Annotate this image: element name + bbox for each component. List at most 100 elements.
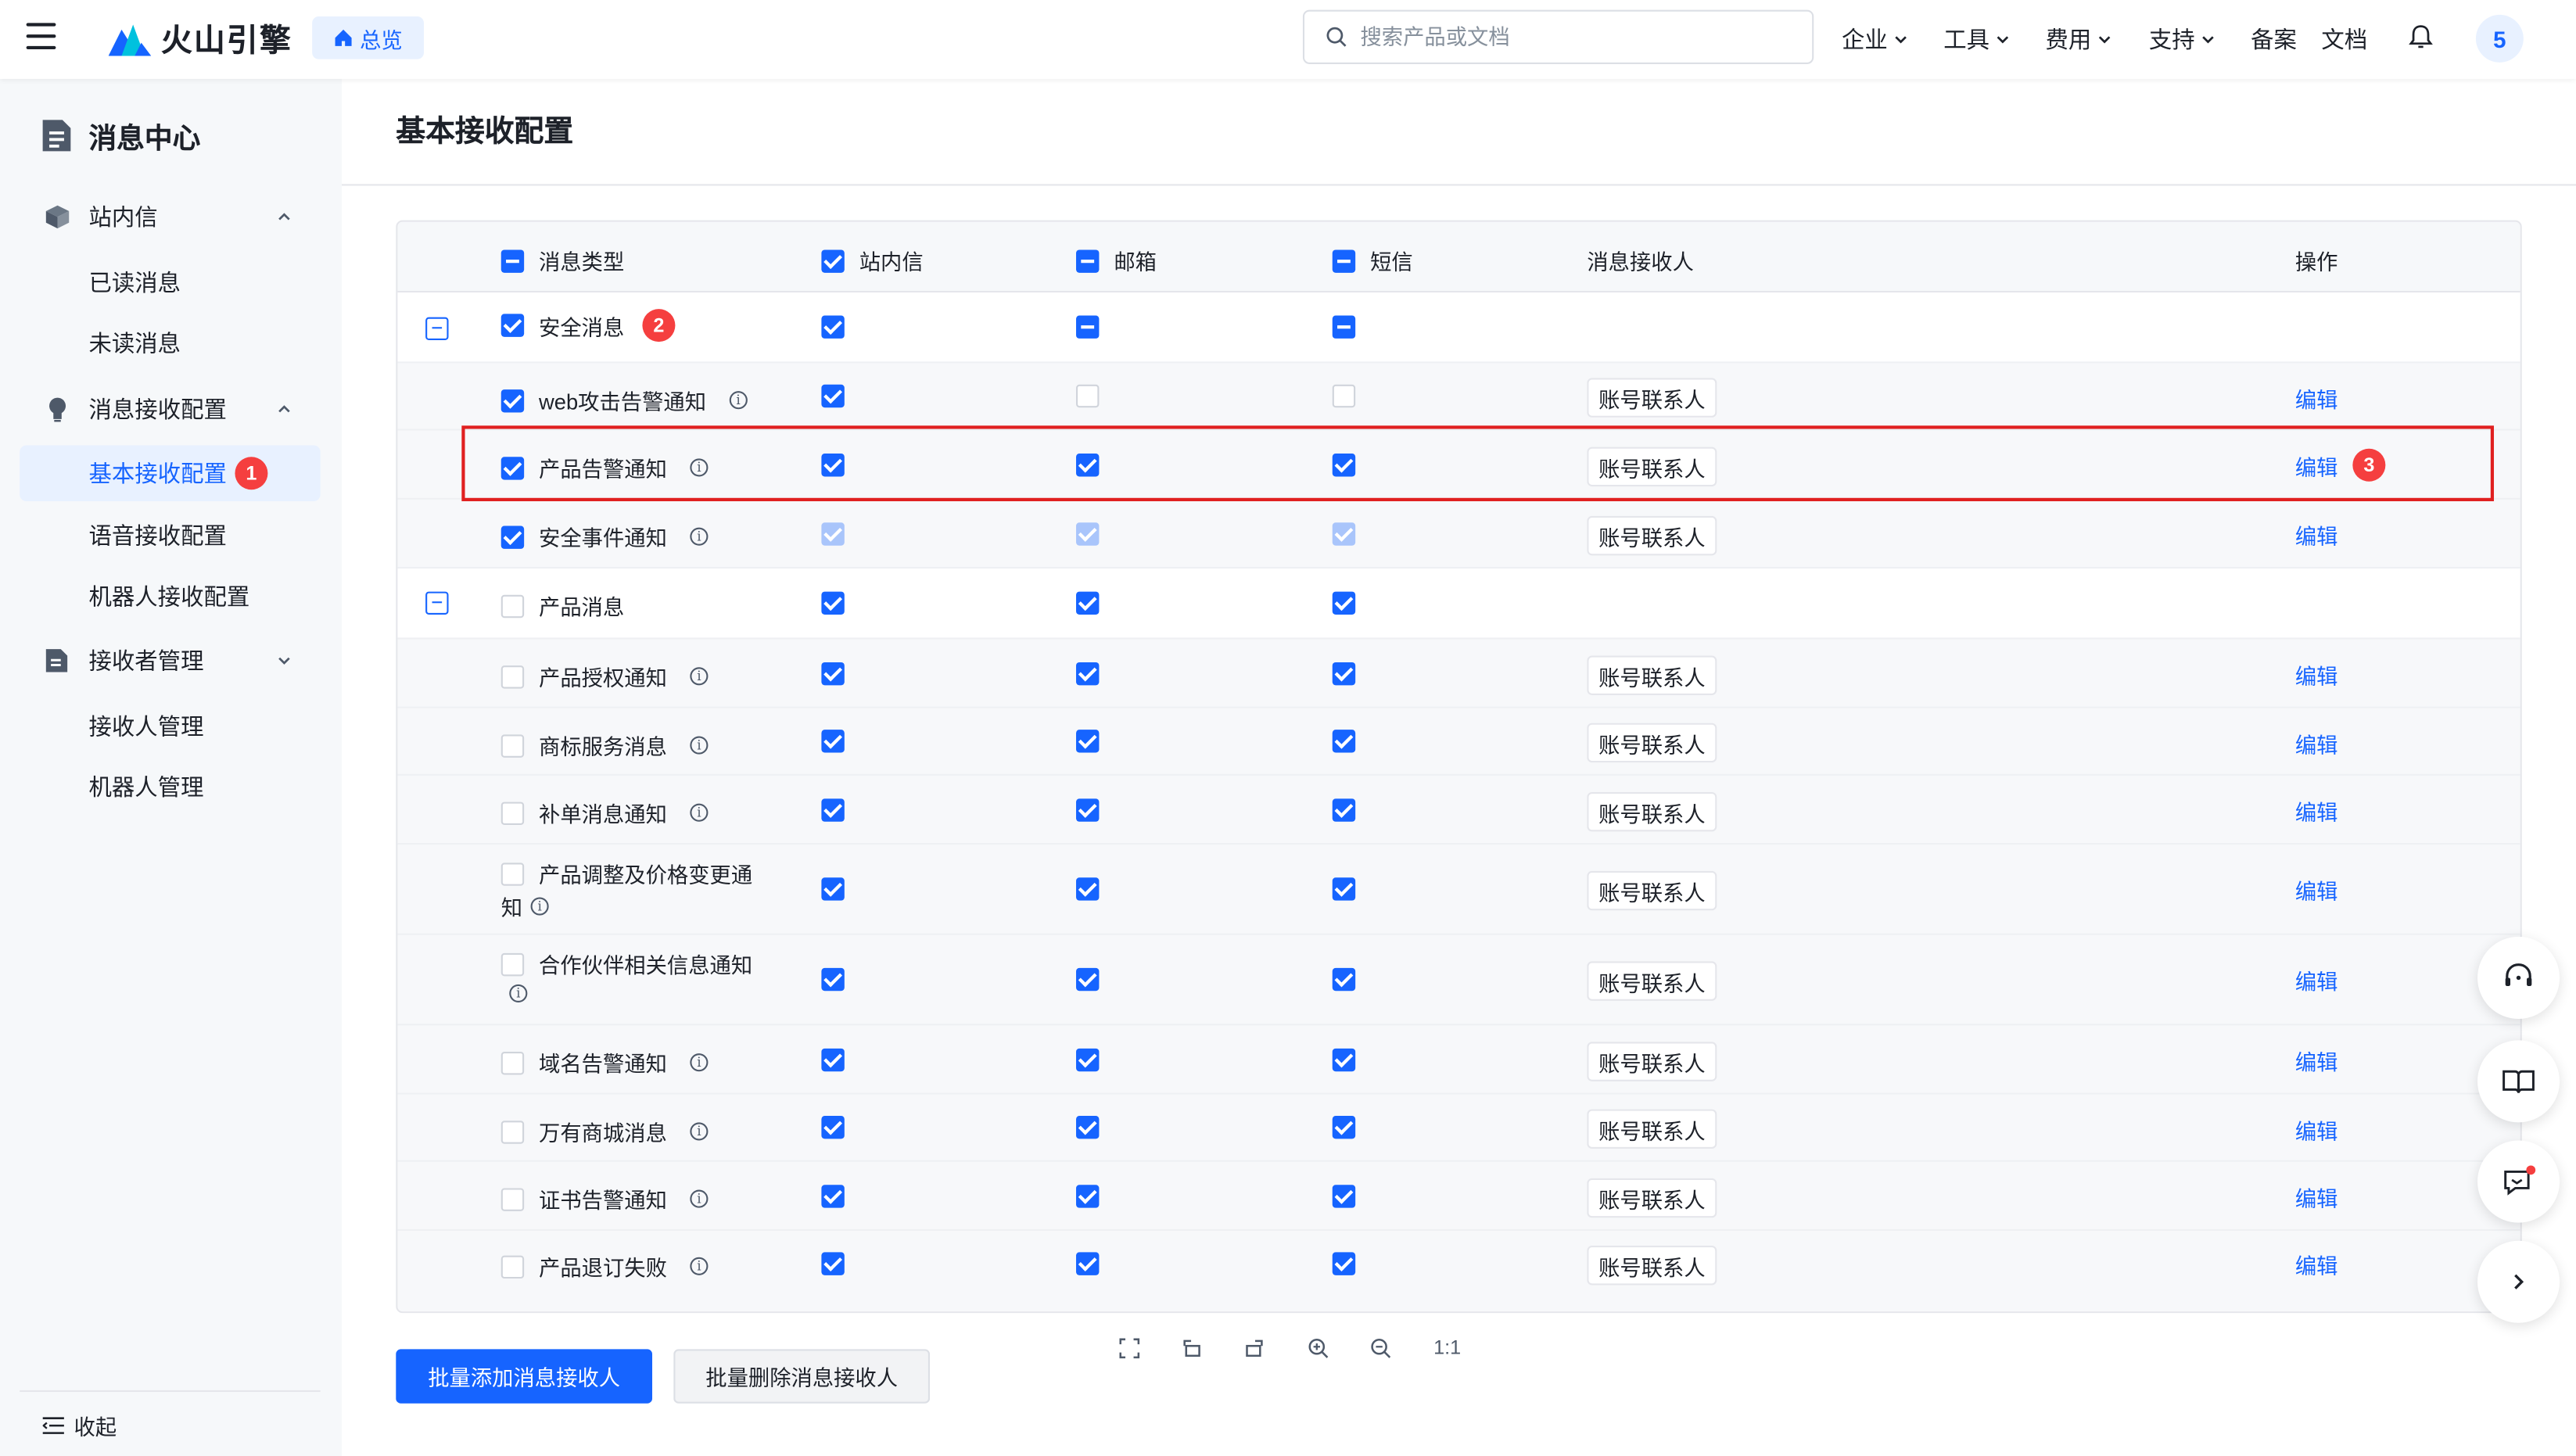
inbox-checkbox[interactable] [821, 1185, 845, 1208]
row-checkbox[interactable] [500, 1120, 525, 1143]
edit-link[interactable]: 编辑 [2295, 1249, 2338, 1280]
zoom-in-icon[interactable] [1308, 1337, 1329, 1358]
sidebar-item-basic-config[interactable]: 基本接收配置 1 [20, 445, 321, 501]
info-icon[interactable]: i [509, 984, 528, 1002]
edit-link[interactable]: 编辑 [2295, 1045, 2338, 1077]
sms-checkbox[interactable] [1332, 1185, 1356, 1208]
inbox-checkbox[interactable] [821, 1252, 845, 1275]
collapse-button[interactable]: 收起 [42, 1410, 117, 1441]
search-box[interactable] [1302, 9, 1814, 64]
row-checkbox[interactable] [500, 456, 525, 479]
menu-icon[interactable] [26, 23, 56, 50]
email-checkbox[interactable] [1076, 877, 1100, 901]
inbox-checkbox[interactable] [821, 315, 845, 339]
row-checkbox[interactable] [500, 389, 525, 412]
group-checkbox[interactable] [500, 594, 525, 618]
nav-enterprise[interactable]: 企业 [1842, 23, 1909, 56]
avatar[interactable]: 5 [2475, 14, 2524, 63]
fullscreen-icon[interactable] [1118, 1337, 1139, 1358]
sidebar-item-voice-config[interactable]: 语音接收配置 [0, 507, 342, 563]
sms-checkbox[interactable] [1332, 1252, 1356, 1275]
email-checkbox[interactable] [1076, 591, 1100, 615]
inbox-all-checkbox[interactable] [821, 249, 845, 272]
email-checkbox[interactable] [1076, 1252, 1100, 1275]
inbox-checkbox[interactable] [821, 454, 845, 477]
nav-support[interactable]: 支持 [2149, 23, 2216, 56]
email-checkbox[interactable] [1076, 967, 1100, 992]
batch-delete-receiver-button[interactable]: 批量删除消息接收人 [673, 1349, 931, 1404]
nav-tools[interactable]: 工具 [1943, 23, 2011, 56]
rotate-left-icon[interactable] [1182, 1337, 1203, 1358]
nav-docs[interactable]: 文档 [2321, 23, 2367, 56]
edit-link[interactable]: 编辑 [2295, 795, 2338, 827]
inbox-checkbox[interactable] [821, 967, 845, 992]
inbox-checkbox[interactable] [821, 730, 845, 753]
edit-link[interactable]: 编辑 [2295, 874, 2338, 906]
sms-checkbox[interactable] [1332, 1115, 1356, 1139]
email-checkbox[interactable] [1076, 1115, 1100, 1139]
edit-link[interactable]: 编辑 [2295, 1182, 2338, 1213]
sidebar-group-receiver-mgmt[interactable]: 接收者管理 [0, 633, 342, 688]
docs-button[interactable] [2477, 1040, 2560, 1123]
rotate-right-icon[interactable] [1244, 1337, 1265, 1358]
info-icon[interactable]: i [690, 527, 709, 546]
sms-checkbox[interactable] [1332, 662, 1356, 686]
edit-link[interactable]: 编辑 [2295, 965, 2338, 996]
row-checkbox[interactable] [500, 525, 525, 548]
sidebar-item-read[interactable]: 已读消息 [0, 255, 342, 310]
sidebar-item-unread[interactable]: 未读消息 [0, 316, 342, 371]
sidebar-group-inbox[interactable]: 站内信 [0, 189, 342, 245]
row-checkbox[interactable] [500, 665, 525, 688]
info-icon[interactable]: i [690, 1053, 709, 1072]
edit-link[interactable]: 编辑 [2295, 450, 2338, 481]
inbox-checkbox[interactable] [821, 798, 845, 822]
sidebar-item-receiver[interactable]: 接收人管理 [0, 698, 342, 754]
row-checkbox[interactable] [500, 952, 525, 976]
expand-toggle[interactable] [425, 591, 449, 615]
home-button[interactable]: 总览 [312, 16, 425, 59]
customer-service-button[interactable] [2477, 936, 2560, 1019]
info-icon[interactable]: i [690, 458, 709, 477]
inbox-checkbox[interactable] [821, 591, 845, 615]
sms-checkbox[interactable] [1332, 1048, 1356, 1072]
edit-link[interactable]: 编辑 [2295, 728, 2338, 759]
email-all-checkbox[interactable] [1076, 249, 1100, 272]
expand-panel-button[interactable] [2477, 1240, 2560, 1323]
info-icon[interactable]: i [690, 803, 709, 822]
email-checkbox[interactable] [1076, 454, 1100, 477]
row-checkbox[interactable] [500, 733, 525, 757]
email-checkbox[interactable] [1076, 662, 1100, 686]
edit-link[interactable]: 编辑 [2295, 519, 2338, 550]
sms-checkbox[interactable] [1332, 730, 1356, 753]
email-checkbox[interactable] [1076, 1048, 1100, 1072]
inbox-checkbox[interactable] [821, 662, 845, 686]
group-checkbox[interactable] [500, 314, 525, 337]
inbox-checkbox[interactable] [821, 1048, 845, 1072]
sms-checkbox[interactable] [1332, 315, 1356, 339]
inbox-checkbox[interactable] [821, 877, 845, 901]
sidebar-item-bot[interactable]: 机器人管理 [0, 759, 342, 815]
info-icon[interactable]: i [729, 391, 748, 410]
expand-toggle[interactable] [425, 317, 449, 341]
sidebar-item-bot-config[interactable]: 机器人接收配置 [0, 568, 342, 624]
sms-checkbox[interactable] [1332, 798, 1356, 822]
search-input[interactable] [1360, 24, 1771, 50]
batch-add-receiver-button[interactable]: 批量添加消息接收人 [396, 1349, 653, 1404]
sms-checkbox[interactable] [1332, 877, 1356, 901]
info-icon[interactable]: i [690, 1122, 709, 1141]
row-checkbox[interactable] [500, 1254, 525, 1278]
email-checkbox[interactable] [1076, 1185, 1100, 1208]
edit-link[interactable]: 编辑 [2295, 1114, 2338, 1146]
info-icon[interactable]: i [690, 736, 709, 755]
email-checkbox[interactable] [1076, 798, 1100, 822]
feedback-button[interactable] [2477, 1140, 2560, 1223]
row-checkbox[interactable] [500, 801, 525, 824]
zoom-reset-button[interactable]: 1:1 [1433, 1336, 1461, 1359]
nav-filing[interactable]: 备案 [2251, 23, 2297, 56]
logo[interactable]: 火山引擎 [108, 16, 292, 59]
email-checkbox[interactable] [1076, 730, 1100, 753]
info-icon[interactable]: i [690, 1189, 709, 1208]
inbox-checkbox[interactable] [821, 1115, 845, 1139]
sms-checkbox[interactable] [1332, 967, 1356, 992]
nav-billing[interactable]: 费用 [2045, 23, 2112, 56]
